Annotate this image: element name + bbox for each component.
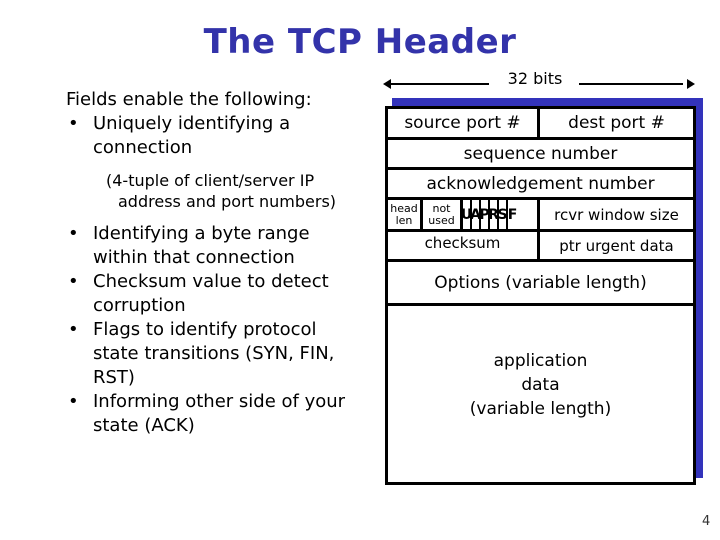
bullet-text: Flags to identify protocol state transit… <box>93 319 335 388</box>
field-sequence-number: sequence number <box>463 143 618 164</box>
bullet-icon: • <box>68 391 79 412</box>
page-number: 4 <box>702 514 711 529</box>
field-ack-number: acknowledgement number <box>426 173 655 194</box>
bullet-text: Checksum value to detect corruption <box>93 271 329 316</box>
bullet-icon: • <box>68 113 79 134</box>
arrow-right-icon <box>687 79 695 89</box>
app-data-line1: application <box>493 351 588 371</box>
head-len-line1: head <box>390 201 418 215</box>
head-len-line2: len <box>395 213 413 227</box>
row-flags: head len not used U A P R S F rcvr windo… <box>388 200 693 232</box>
row-ack: acknowledgement number <box>388 170 693 200</box>
list-item: • Flags to identify protocol state trans… <box>66 318 366 390</box>
flag-syn: S <box>497 200 508 229</box>
intro-text: Fields enable the following: <box>66 89 312 110</box>
field-dest-port: dest port # <box>568 113 665 133</box>
row-sequence: sequence number <box>388 140 693 170</box>
fields-list: Fields enable the following: • Uniquely … <box>66 88 366 438</box>
bullet-text: Identifying a byte range within that con… <box>93 223 310 268</box>
bullet-icon: • <box>68 271 79 292</box>
flags-spacer <box>517 200 540 229</box>
app-data-line2: data <box>521 375 560 395</box>
flag-fin: F <box>507 206 518 223</box>
tcp-header-diagram: source port # dest port # sequence numbe… <box>385 106 696 485</box>
arrow-line-left <box>389 83 489 85</box>
width-label: 32 bits <box>507 69 563 88</box>
sub-note: (4-tuple of client/server IP address and… <box>106 171 337 211</box>
field-urgent-ptr: ptr urgent data <box>559 236 674 255</box>
list-item: • Checksum value to detect corruption <box>66 270 366 318</box>
row-options: Options (variable length) <box>388 262 693 306</box>
not-used-line2: used <box>428 213 455 227</box>
field-rcvr-window: rcvr window size <box>554 205 679 224</box>
arrow-line-right <box>579 83 683 85</box>
list-item: • Informing other side of your state (AC… <box>66 390 366 438</box>
field-options: Options (variable length) <box>434 272 647 293</box>
slide-title: The TCP Header <box>203 22 517 62</box>
field-head-len: head len <box>388 200 423 229</box>
field-checksum: checksum <box>388 232 540 259</box>
bullet-icon: • <box>68 223 79 244</box>
bullet-icon: • <box>68 319 79 340</box>
bullet-text: Informing other side of your state (ACK) <box>93 391 346 436</box>
not-used-line1: not <box>432 201 451 215</box>
field-app-data: application data (variable length) <box>388 349 693 421</box>
field-not-used: not used <box>423 200 463 229</box>
row-ports: source port # dest port # <box>388 109 693 140</box>
row-checksum: checksum ptr urgent data <box>388 232 693 262</box>
list-item: • Uniquely identifying a connection <box>66 112 366 160</box>
bullet-text: Uniquely identifying a connection <box>93 113 291 158</box>
width-indicator: 32 bits <box>383 69 695 93</box>
list-item: • Identifying a byte range within that c… <box>66 222 366 270</box>
app-data-line3: (variable length) <box>469 399 612 419</box>
field-source-port: source port # <box>388 109 540 137</box>
